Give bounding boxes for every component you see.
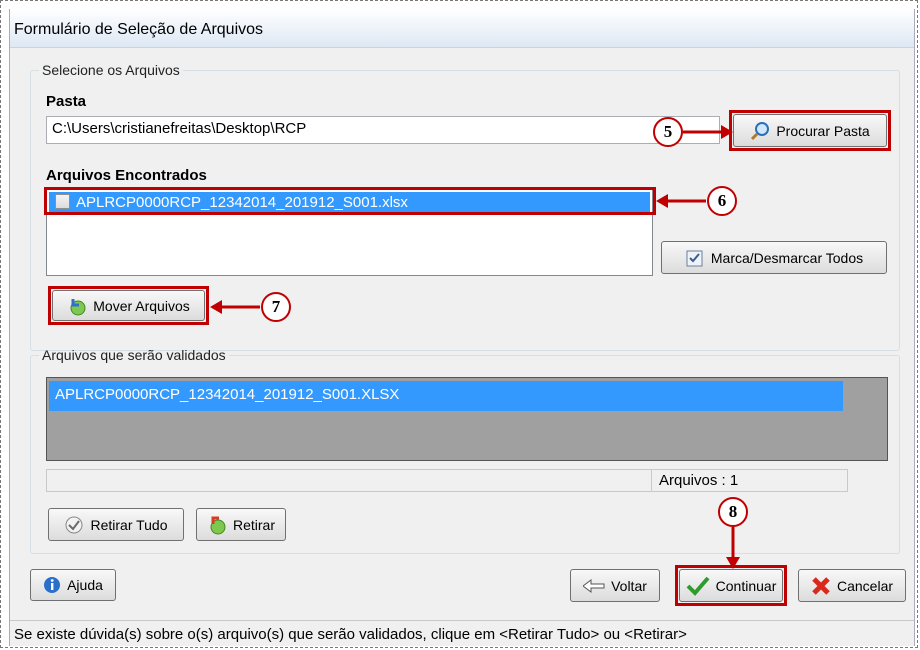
title-bar: Formulário de Seleção de Arquivos <box>10 9 914 48</box>
remove-all-label: Retirar Tudo <box>90 516 168 533</box>
callout-6-arrow <box>656 194 706 208</box>
validate-files-list[interactable]: APLRCP0000RCP_12342014_201912_S001.XLSX <box>46 377 888 461</box>
red-x-icon <box>811 576 831 596</box>
folder-label: Pasta <box>46 93 87 110</box>
highlight-browse <box>729 110 891 151</box>
remove-button[interactable]: Retirar <box>196 508 286 541</box>
callout-5-arrow <box>683 125 733 139</box>
arrow-left-icon <box>583 578 605 593</box>
info-icon <box>43 576 61 594</box>
validate-files-legend: Arquivos que serão validados <box>42 347 226 363</box>
back-label: Voltar <box>611 577 647 594</box>
callout-5: 5 <box>653 117 683 147</box>
remove-all-icon <box>64 515 84 535</box>
window-title: Formulário de Seleção de Arquivos <box>14 21 264 38</box>
highlight-move-files <box>48 286 209 325</box>
file-selection-window: Formulário de Seleção de Arquivos Seleci… <box>9 9 915 646</box>
callout-7-arrow <box>210 300 260 314</box>
status-bar: Se existe dúvida(s) sobre o(s) arquivo(s… <box>10 620 914 647</box>
highlight-continue <box>675 565 787 606</box>
help-label: Ajuda <box>67 577 103 593</box>
found-files-label: Arquivos Encontrados <box>46 167 207 184</box>
cancel-button[interactable]: Cancelar <box>798 569 906 602</box>
toggle-all-label: Marca/Desmarcar Todos <box>710 249 864 266</box>
toggle-all-button[interactable]: Marca/Desmarcar Todos <box>661 241 887 274</box>
remove-icon <box>207 515 227 535</box>
status-divider <box>651 470 652 491</box>
callout-8-arrow <box>726 527 740 569</box>
validate-status-strip: Arquivos : 1 <box>46 469 848 492</box>
highlight-found-file <box>44 187 656 215</box>
remove-label: Retirar <box>232 516 275 533</box>
back-button[interactable]: Voltar <box>570 569 660 602</box>
validate-file-item[interactable]: APLRCP0000RCP_12342014_201912_S001.XLSX <box>49 381 843 411</box>
callout-7: 7 <box>261 292 291 322</box>
cancel-label: Cancelar <box>836 577 894 594</box>
folder-path-input[interactable]: C:\Users\cristianefreitas\Desktop\RCP <box>46 116 720 144</box>
checklist-icon <box>685 248 705 268</box>
help-button[interactable]: Ajuda <box>30 569 116 601</box>
file-count-label: Arquivos : 1 <box>659 472 739 489</box>
select-files-legend: Selecione os Arquivos <box>42 62 180 78</box>
remove-all-button[interactable]: Retirar Tudo <box>48 508 184 541</box>
callout-8: 8 <box>718 497 748 527</box>
callout-6: 6 <box>707 186 737 216</box>
status-text: Se existe dúvida(s) sobre o(s) arquivo(s… <box>14 626 687 643</box>
